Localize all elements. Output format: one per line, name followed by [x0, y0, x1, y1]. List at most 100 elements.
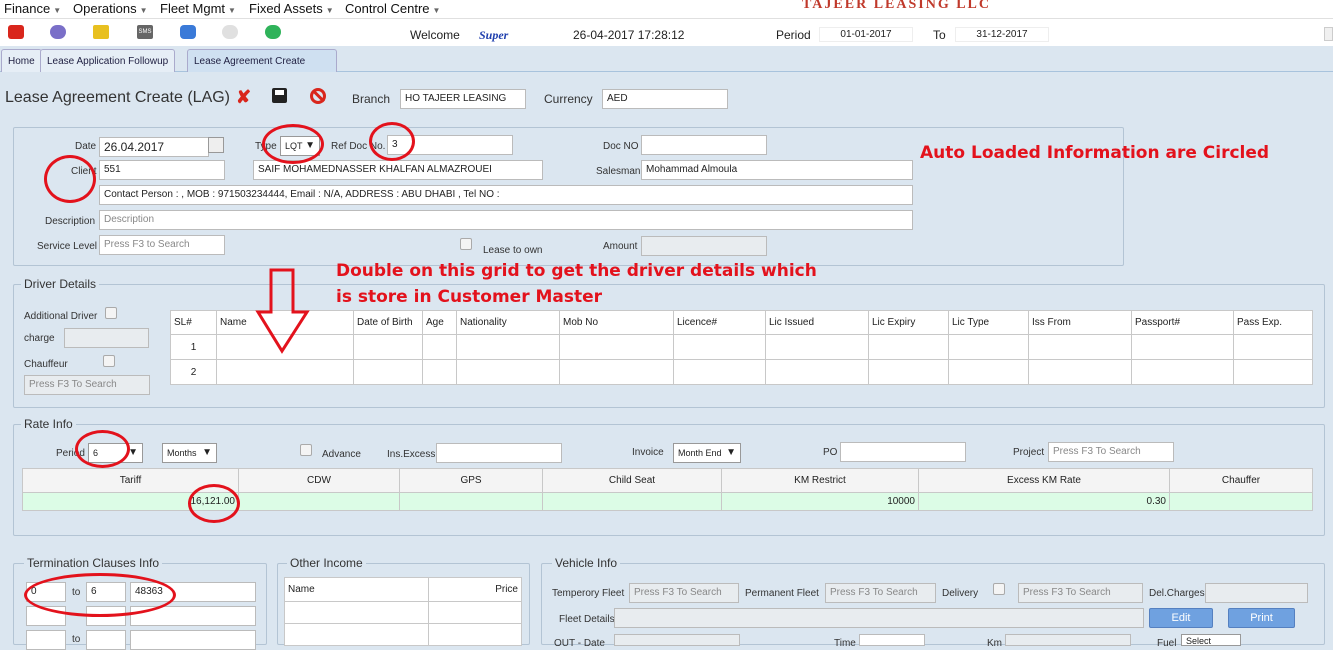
menu-fleet-mgmt[interactable]: Fleet Mgmt ▼ — [160, 1, 236, 16]
date-field[interactable]: 26.04.2017 — [99, 137, 209, 157]
lease-to-own-checkbox[interactable] — [460, 238, 472, 250]
perm-fleet-field[interactable]: Press F3 To Search — [825, 583, 936, 603]
cell[interactable] — [868, 359, 949, 385]
period-to-field[interactable]: 31-12-2017 — [955, 27, 1049, 42]
save-icon[interactable] — [272, 88, 287, 103]
chauffer-cell[interactable] — [1169, 492, 1313, 511]
term-to-field[interactable] — [86, 630, 126, 650]
child-seat-cell[interactable] — [542, 492, 722, 511]
service-level-field[interactable]: Press F3 to Search — [99, 235, 225, 255]
excess-km-cell[interactable]: 0.30 — [918, 492, 1170, 511]
cell[interactable] — [428, 623, 522, 646]
sms-icon[interactable]: SMS — [137, 25, 153, 39]
annotation-circle-refdoc — [369, 122, 415, 161]
cell[interactable] — [284, 623, 429, 646]
table-row[interactable] — [284, 601, 522, 624]
annotation-circle-type — [262, 124, 324, 164]
km-restrict-cell[interactable]: 10000 — [721, 492, 919, 511]
additional-driver-checkbox[interactable] — [105, 307, 117, 319]
delete-icon[interactable]: ✘ — [236, 87, 251, 108]
delivery-field[interactable]: Press F3 To Search — [1018, 583, 1143, 603]
cell[interactable] — [673, 359, 766, 385]
docno-field[interactable] — [641, 135, 767, 155]
menu-finance[interactable]: Finance ▼ — [4, 1, 61, 16]
client-code-field[interactable]: 551 — [99, 160, 225, 180]
delivery-checkbox[interactable] — [993, 583, 1005, 595]
tab-home[interactable]: Home — [1, 49, 42, 72]
cell[interactable] — [428, 601, 522, 624]
driver-grid[interactable]: SL# Name Date of Birth Age Nationality M… — [170, 310, 1313, 385]
other-income-grid[interactable]: Name Price — [284, 577, 522, 646]
cell[interactable] — [456, 334, 560, 360]
term-from-field[interactable] — [26, 630, 66, 650]
col-header: SL# — [170, 310, 217, 335]
po-field[interactable] — [840, 442, 966, 462]
cell[interactable] — [559, 359, 674, 385]
print-button[interactable]: Print — [1228, 608, 1295, 628]
vehicle-fieldset — [541, 563, 1325, 645]
period-unit-select[interactable]: Months ▼ — [162, 443, 217, 463]
check-icon[interactable] — [265, 25, 281, 39]
cell[interactable] — [1131, 334, 1234, 360]
cell[interactable] — [353, 334, 423, 360]
cancel-icon[interactable] — [310, 88, 326, 104]
cell[interactable] — [216, 359, 354, 385]
calendar-icon[interactable] — [208, 137, 224, 153]
cell[interactable] — [353, 359, 423, 385]
users-icon[interactable] — [50, 25, 66, 39]
cell[interactable] — [1131, 359, 1234, 385]
project-field[interactable]: Press F3 To Search — [1048, 442, 1174, 462]
user-help-icon[interactable] — [222, 25, 238, 39]
cell[interactable] — [1028, 334, 1132, 360]
cell[interactable] — [765, 359, 869, 385]
salesman-field[interactable]: Mohammad Almoula — [641, 160, 913, 180]
table-row[interactable] — [284, 623, 522, 646]
gps-cell[interactable] — [399, 492, 543, 511]
time-field[interactable] — [859, 634, 925, 646]
cell[interactable] — [1233, 359, 1313, 385]
menu-control-centre[interactable]: Control Centre ▼ — [345, 1, 440, 16]
side-tab-handle[interactable] — [1324, 27, 1333, 41]
term-amount-field[interactable] — [130, 630, 256, 650]
currency-field[interactable]: AED — [602, 89, 728, 109]
cell[interactable] — [948, 334, 1029, 360]
table-row[interactable]: 1 — [170, 334, 1313, 360]
invoice-select-value: Month End — [678, 448, 722, 458]
col-header: Name — [284, 577, 429, 602]
mail-icon[interactable] — [93, 25, 109, 39]
cell[interactable] — [765, 334, 869, 360]
km-field[interactable] — [1005, 634, 1131, 646]
tab-lease-application-followup[interactable]: Lease Application Followup — [40, 49, 176, 72]
advance-checkbox[interactable] — [300, 444, 312, 456]
power-icon[interactable] — [8, 25, 24, 39]
period-unit-value: Months — [167, 448, 197, 458]
branch-field[interactable]: HO TAJEER LEASING — [400, 89, 526, 109]
invoice-select[interactable]: Month End ▼ — [673, 443, 741, 463]
cdw-cell[interactable] — [238, 492, 400, 511]
cell[interactable] — [1028, 359, 1132, 385]
cell[interactable] — [284, 601, 429, 624]
tab-lease-agreement-create[interactable]: Lease Agreement Create — [187, 49, 337, 73]
cell[interactable] — [868, 334, 949, 360]
cell[interactable] — [948, 359, 1029, 385]
cell[interactable] — [673, 334, 766, 360]
fuel-select[interactable]: Select — [1181, 634, 1241, 646]
chat-icon[interactable] — [180, 25, 196, 39]
edit-button[interactable]: Edit — [1149, 608, 1213, 628]
cell[interactable] — [422, 359, 457, 385]
temp-fleet-field[interactable]: Press F3 To Search — [629, 583, 739, 603]
cell[interactable] — [1233, 334, 1313, 360]
menu-operations[interactable]: Operations ▼ — [73, 1, 148, 16]
cell[interactable] — [422, 334, 457, 360]
menu-fixed-assets[interactable]: Fixed Assets ▼ — [249, 1, 334, 16]
table-row[interactable]: 2 — [170, 359, 1313, 385]
cell[interactable] — [559, 334, 674, 360]
chauffeur-checkbox[interactable] — [103, 355, 115, 367]
driver-legend: Driver Details — [21, 277, 100, 291]
insexcess-field[interactable] — [436, 443, 562, 463]
period-from-field[interactable]: 01-01-2017 — [819, 27, 913, 42]
delcharges-field[interactable] — [1205, 583, 1308, 603]
cell[interactable] — [456, 359, 560, 385]
description-field[interactable]: Description — [99, 210, 913, 230]
out-date-field[interactable] — [614, 634, 740, 646]
